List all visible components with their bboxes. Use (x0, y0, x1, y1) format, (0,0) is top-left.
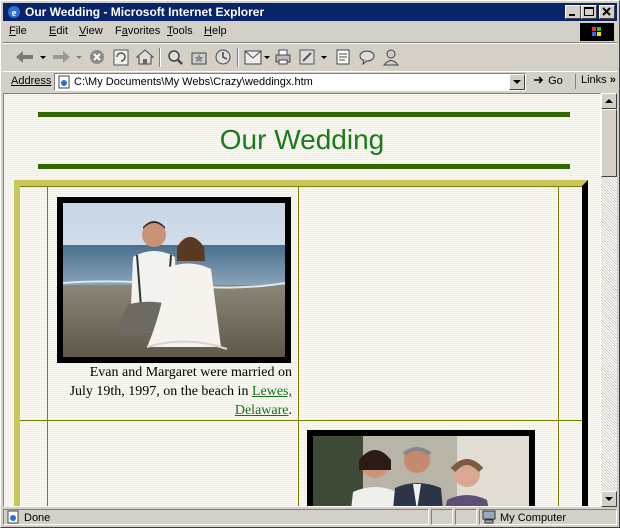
computer-icon (482, 510, 496, 524)
favorites-icon (191, 52, 207, 65)
page-icon (58, 75, 70, 89)
favorites-button[interactable] (189, 47, 209, 67)
search-icon (168, 50, 183, 65)
minimize-icon (569, 14, 575, 16)
stop-button[interactable] (87, 47, 107, 67)
messenger-button[interactable] (357, 47, 377, 67)
close-icon (602, 7, 611, 16)
status-bar: Done My Computer (3, 508, 617, 526)
top-rule (38, 112, 570, 117)
minimize-button[interactable] (565, 5, 581, 19)
status-panel (455, 509, 477, 525)
browser-window: e Our Wedding - Microsoft Internet Explo… (0, 0, 620, 528)
windows-logo (580, 23, 614, 41)
mail-icon (244, 50, 270, 65)
bottom-rule (38, 164, 570, 169)
standard-toolbar (3, 43, 617, 72)
stop-icon (90, 50, 104, 64)
go-arrow-icon (534, 76, 544, 84)
links-button[interactable]: Links » (575, 74, 616, 89)
go-label: Go (548, 75, 563, 87)
table-divider (558, 186, 559, 506)
wedding-photo-family (307, 430, 535, 506)
arrow-up-icon (605, 99, 613, 103)
print-button[interactable] (273, 47, 293, 67)
table-divider (20, 186, 582, 187)
edit-button[interactable] (297, 47, 331, 67)
arrow-down-icon (605, 497, 613, 501)
menu-tools[interactable]: Tools (167, 25, 193, 37)
vertical-scrollbar[interactable] (601, 93, 617, 507)
svg-text:e: e (12, 7, 17, 19)
messenger-icon (359, 50, 375, 66)
scroll-thumb[interactable] (601, 109, 617, 177)
scroll-up-button[interactable] (601, 93, 617, 109)
scroll-down-button[interactable] (601, 491, 617, 507)
mail-button[interactable] (243, 47, 271, 67)
family-photo (313, 436, 529, 506)
zone-panel: My Computer (479, 509, 617, 525)
page-status-icon (7, 510, 19, 524)
caption-period: . (288, 403, 293, 418)
chevron-right-icon: » (609, 74, 616, 86)
maximize-icon (584, 7, 594, 16)
menu-edit[interactable]: Edit (49, 25, 68, 37)
search-button[interactable] (165, 47, 185, 67)
windows-flag-icon (592, 27, 601, 36)
window-title: Our Wedding - Microsoft Internet Explore… (25, 5, 265, 19)
page-content[interactable]: Our Wedding Evan and Margaret were marri… (3, 93, 601, 507)
status-panel (431, 509, 453, 525)
print-icon (275, 49, 291, 65)
address-dropdown-button[interactable] (509, 74, 525, 90)
toolbar-separator (159, 48, 161, 67)
edit-icon (299, 49, 327, 65)
user-button[interactable] (381, 47, 401, 67)
user-icon (382, 49, 400, 66)
status-main-panel: Done (3, 509, 429, 525)
refresh-icon (113, 49, 129, 66)
history-button[interactable] (213, 47, 233, 67)
status-text: Done (24, 512, 51, 524)
back-icon (16, 51, 46, 63)
address-url: C:\My Documents\My Webs\Crazy\weddingx.h… (74, 76, 313, 88)
history-icon (215, 49, 231, 65)
home-button[interactable] (135, 47, 155, 67)
address-label: Address (11, 75, 52, 87)
forward-button[interactable] (51, 47, 85, 67)
address-bar: Address C:\My Documents\My Webs\Crazy\we… (3, 71, 617, 92)
go-button[interactable]: Go (533, 74, 563, 87)
wedding-photo-beach (57, 197, 291, 363)
home-icon (135, 49, 155, 65)
photo-caption: Evan and Margaret were married on July 1… (64, 363, 292, 420)
menu-view[interactable]: View (79, 25, 103, 37)
toolbar-separator (237, 48, 239, 67)
back-button[interactable] (13, 47, 49, 67)
beach-photo (62, 203, 286, 357)
discuss-icon (336, 49, 350, 65)
menu-favorites[interactable]: Favorites (115, 25, 160, 37)
table-divider (47, 186, 48, 506)
links-label: Links (581, 74, 607, 86)
zone-text: My Computer (500, 512, 567, 524)
ie-logo-icon: e (8, 6, 20, 19)
menu-bar: File Edit View Favorites Tools Help (3, 22, 617, 43)
refresh-button[interactable] (111, 47, 131, 67)
menu-file[interactable]: File (9, 25, 27, 37)
table-divider (298, 186, 299, 506)
discuss-button[interactable] (333, 47, 353, 67)
title-bar[interactable]: e Our Wedding - Microsoft Internet Explo… (3, 3, 617, 21)
page-title: Our Wedding (219, 124, 385, 155)
close-button[interactable] (599, 5, 615, 19)
table-divider (20, 420, 582, 421)
menu-help[interactable]: Help (204, 25, 227, 37)
maximize-button[interactable] (581, 5, 597, 19)
forward-icon (53, 51, 82, 63)
address-input[interactable]: C:\My Documents\My Webs\Crazy\weddingx.h… (54, 73, 526, 91)
